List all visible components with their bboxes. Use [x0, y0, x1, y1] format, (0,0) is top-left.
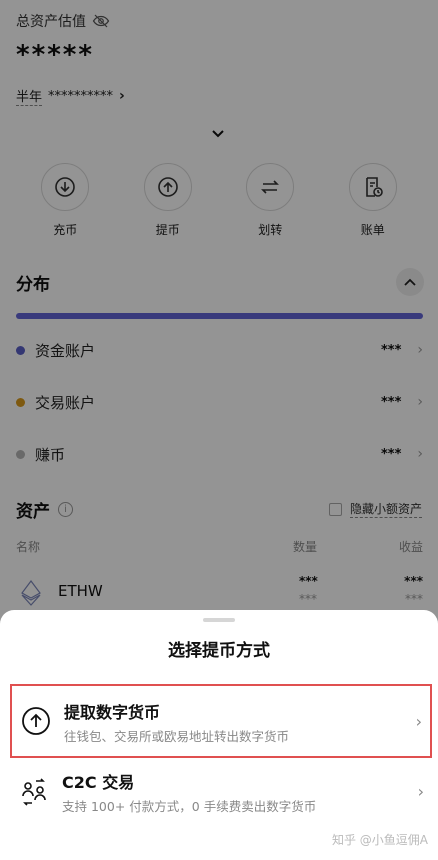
option-title: C2C 交易	[62, 773, 135, 792]
sheet-title: 选择提币方式	[168, 641, 270, 661]
withdraw-crypto-option[interactable]: 提取数字货币 往钱包、交易所或欧易地址转出数字货币 ›	[10, 684, 432, 758]
option-desc: 往钱包、交易所或欧易地址转出数字货币	[64, 729, 290, 744]
c2c-trade-option[interactable]: C2C 交易 支持 100+ 付款方式，0 手续费卖出数字货币 ›	[10, 756, 432, 830]
withdraw-method-sheet: 选择提币方式 提取数字货币 往钱包、交易所或欧易地址转出数字货币 › C2C 交…	[0, 610, 438, 860]
sheet-grabber[interactable]	[203, 618, 235, 622]
option-title: 提取数字货币	[64, 703, 161, 722]
c2c-people-icon	[22, 778, 46, 806]
chevron-right-icon: ›	[417, 782, 424, 801]
watermark: 知乎 @小鱼逗佣A	[331, 833, 428, 847]
option-desc: 支持 100+ 付款方式，0 手续费卖出数字货币	[62, 799, 317, 814]
upload-circle-icon	[22, 707, 50, 735]
chevron-right-icon: ›	[415, 712, 422, 731]
